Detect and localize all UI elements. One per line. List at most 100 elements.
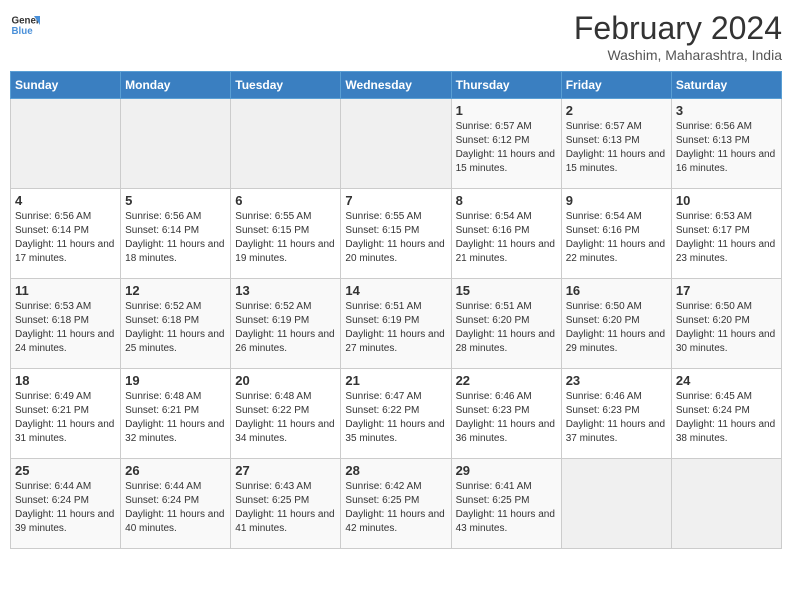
calendar-cell: 6 Sunrise: 6:55 AMSunset: 6:15 PMDaylight…	[231, 189, 341, 279]
calendar-cell: 8 Sunrise: 6:54 AMSunset: 6:16 PMDaylight…	[451, 189, 561, 279]
calendar-subtitle: Washim, Maharashtra, India	[574, 47, 782, 63]
header-tuesday: Tuesday	[231, 72, 341, 99]
logo-icon: General Blue	[10, 10, 40, 40]
day-number: 3	[676, 103, 777, 118]
header-saturday: Saturday	[671, 72, 781, 99]
calendar-cell: 12Sunrise: 6:52 AMSunset: 6:18 PMDayligh…	[121, 279, 231, 369]
calendar-cell: 16 Sunrise: 6:50 AMSunset: 6:20 PMDayligh…	[561, 279, 671, 369]
week-row-1: 1Sunrise: 6:57 AMSunset: 6:12 PMDaylight…	[11, 99, 782, 189]
calendar-cell: 7 Sunrise: 6:55 AMSunset: 6:15 PMDaylight…	[341, 189, 451, 279]
day-number: 15	[456, 283, 557, 298]
calendar-cell: 20 Sunrise: 6:48 AMSunset: 6:22 PMDayligh…	[231, 369, 341, 459]
day-info: Sunrise: 6:57 AMSunset: 6:13 PMDaylight:…	[566, 120, 667, 176]
day-number: 27	[235, 463, 336, 478]
day-info: Sunrise: 6:46 AMSunset: 6:23 PMDaylight:…	[456, 390, 557, 446]
week-row-3: 11 Sunrise: 6:53 AMSunset: 6:18 PMDayligh…	[11, 279, 782, 369]
day-info: Sunrise: 6:47 AMSunset: 6:22 PMDaylight:…	[345, 390, 446, 446]
day-info: Sunrise: 6:56 AMSunset: 6:13 PMDaylight:…	[676, 120, 777, 176]
day-info: Sunrise: 6:53 AMSunset: 6:18 PMDaylight:…	[15, 300, 116, 356]
day-info: Sunrise: 6:54 AMSunset: 6:16 PMDaylight:…	[456, 210, 557, 266]
logo: General Blue	[10, 10, 40, 40]
days-header-row: Sunday Monday Tuesday Wednesday Thursday…	[11, 72, 782, 99]
header: General Blue February 2024 Washim, Mahar…	[10, 10, 782, 63]
day-info: Sunrise: 6:42 AMSunset: 6:25 PMDaylight:…	[345, 480, 446, 536]
day-info: Sunrise: 6:53 AMSunset: 6:17 PMDaylight:…	[676, 210, 777, 266]
day-info: Sunrise: 6:44 AMSunset: 6:24 PMDaylight:…	[125, 480, 226, 536]
calendar-cell: 13Sunrise: 6:52 AMSunset: 6:19 PMDayligh…	[231, 279, 341, 369]
week-row-5: 25 Sunrise: 6:44 AMSunset: 6:24 PMDayligh…	[11, 459, 782, 549]
calendar-cell: 1Sunrise: 6:57 AMSunset: 6:12 PMDaylight…	[451, 99, 561, 189]
calendar-cell: 24 Sunrise: 6:45 AMSunset: 6:24 PMDayligh…	[671, 369, 781, 459]
calendar-cell: 15 Sunrise: 6:51 AMSunset: 6:20 PMDayligh…	[451, 279, 561, 369]
day-number: 19	[125, 373, 226, 388]
day-info: Sunrise: 6:50 AMSunset: 6:20 PMDaylight:…	[676, 300, 777, 356]
calendar-cell: 3 Sunrise: 6:56 AMSunset: 6:13 PMDaylight…	[671, 99, 781, 189]
calendar-cell: 27 Sunrise: 6:43 AMSunset: 6:25 PMDayligh…	[231, 459, 341, 549]
header-monday: Monday	[121, 72, 231, 99]
calendar-cell: 26 Sunrise: 6:44 AMSunset: 6:24 PMDayligh…	[121, 459, 231, 549]
calendar-cell: 11 Sunrise: 6:53 AMSunset: 6:18 PMDayligh…	[11, 279, 121, 369]
day-number: 14	[345, 283, 446, 298]
day-number: 28	[345, 463, 446, 478]
day-number: 2	[566, 103, 667, 118]
title-area: February 2024 Washim, Maharashtra, India	[574, 10, 782, 63]
day-info: Sunrise: 6:43 AMSunset: 6:25 PMDaylight:…	[235, 480, 336, 536]
day-info: Sunrise: 6:50 AMSunset: 6:20 PMDaylight:…	[566, 300, 667, 356]
day-number: 24	[676, 373, 777, 388]
calendar-cell	[341, 99, 451, 189]
header-friday: Friday	[561, 72, 671, 99]
calendar-cell: 28 Sunrise: 6:42 AMSunset: 6:25 PMDayligh…	[341, 459, 451, 549]
calendar-cell: 19 Sunrise: 6:48 AMSunset: 6:21 PMDayligh…	[121, 369, 231, 459]
day-info: Sunrise: 6:55 AMSunset: 6:15 PMDaylight:…	[235, 210, 336, 266]
day-number: 22	[456, 373, 557, 388]
day-info: Sunrise: 6:48 AMSunset: 6:22 PMDaylight:…	[235, 390, 336, 446]
day-number: 21	[345, 373, 446, 388]
day-info: Sunrise: 6:41 AMSunset: 6:25 PMDaylight:…	[456, 480, 557, 536]
header-sunday: Sunday	[11, 72, 121, 99]
day-number: 8	[456, 193, 557, 208]
day-number: 4	[15, 193, 116, 208]
day-info: Sunrise: 6:52 AMSunset: 6:18 PMDaylight:…	[125, 300, 226, 356]
calendar-cell: 29 Sunrise: 6:41 AMSunset: 6:25 PMDayligh…	[451, 459, 561, 549]
day-info: Sunrise: 6:51 AMSunset: 6:19 PMDaylight:…	[345, 300, 446, 356]
calendar-cell	[11, 99, 121, 189]
svg-text:Blue: Blue	[12, 26, 34, 37]
day-number: 11	[15, 283, 116, 298]
calendar-cell: 18 Sunrise: 6:49 AMSunset: 6:21 PMDayligh…	[11, 369, 121, 459]
day-info: Sunrise: 6:46 AMSunset: 6:23 PMDaylight:…	[566, 390, 667, 446]
calendar-cell: 5 Sunrise: 6:56 AMSunset: 6:14 PMDaylight…	[121, 189, 231, 279]
day-info: Sunrise: 6:52 AMSunset: 6:19 PMDaylight:…	[235, 300, 336, 356]
calendar-cell: 25 Sunrise: 6:44 AMSunset: 6:24 PMDayligh…	[11, 459, 121, 549]
day-info: Sunrise: 6:54 AMSunset: 6:16 PMDaylight:…	[566, 210, 667, 266]
calendar-cell: 4 Sunrise: 6:56 AMSunset: 6:14 PMDaylight…	[11, 189, 121, 279]
calendar-cell	[561, 459, 671, 549]
day-number: 29	[456, 463, 557, 478]
calendar-cell: 21 Sunrise: 6:47 AMSunset: 6:22 PMDayligh…	[341, 369, 451, 459]
header-wednesday: Wednesday	[341, 72, 451, 99]
day-info: Sunrise: 6:56 AMSunset: 6:14 PMDaylight:…	[125, 210, 226, 266]
day-info: Sunrise: 6:56 AMSunset: 6:14 PMDaylight:…	[15, 210, 116, 266]
day-number: 7	[345, 193, 446, 208]
day-number: 16	[566, 283, 667, 298]
day-number: 18	[15, 373, 116, 388]
day-number: 6	[235, 193, 336, 208]
day-number: 17	[676, 283, 777, 298]
day-number: 26	[125, 463, 226, 478]
day-info: Sunrise: 6:51 AMSunset: 6:20 PMDaylight:…	[456, 300, 557, 356]
calendar-cell: 17 Sunrise: 6:50 AMSunset: 6:20 PMDayligh…	[671, 279, 781, 369]
day-info: Sunrise: 6:48 AMSunset: 6:21 PMDaylight:…	[125, 390, 226, 446]
calendar-cell: 10 Sunrise: 6:53 AMSunset: 6:17 PMDayligh…	[671, 189, 781, 279]
day-number: 25	[15, 463, 116, 478]
week-row-4: 18 Sunrise: 6:49 AMSunset: 6:21 PMDayligh…	[11, 369, 782, 459]
day-number: 20	[235, 373, 336, 388]
day-info: Sunrise: 6:45 AMSunset: 6:24 PMDaylight:…	[676, 390, 777, 446]
day-number: 1	[456, 103, 557, 118]
calendar-cell	[671, 459, 781, 549]
day-number: 10	[676, 193, 777, 208]
day-number: 9	[566, 193, 667, 208]
header-thursday: Thursday	[451, 72, 561, 99]
day-info: Sunrise: 6:44 AMSunset: 6:24 PMDaylight:…	[15, 480, 116, 536]
day-number: 5	[125, 193, 226, 208]
day-info: Sunrise: 6:55 AMSunset: 6:15 PMDaylight:…	[345, 210, 446, 266]
day-info: Sunrise: 6:49 AMSunset: 6:21 PMDaylight:…	[15, 390, 116, 446]
